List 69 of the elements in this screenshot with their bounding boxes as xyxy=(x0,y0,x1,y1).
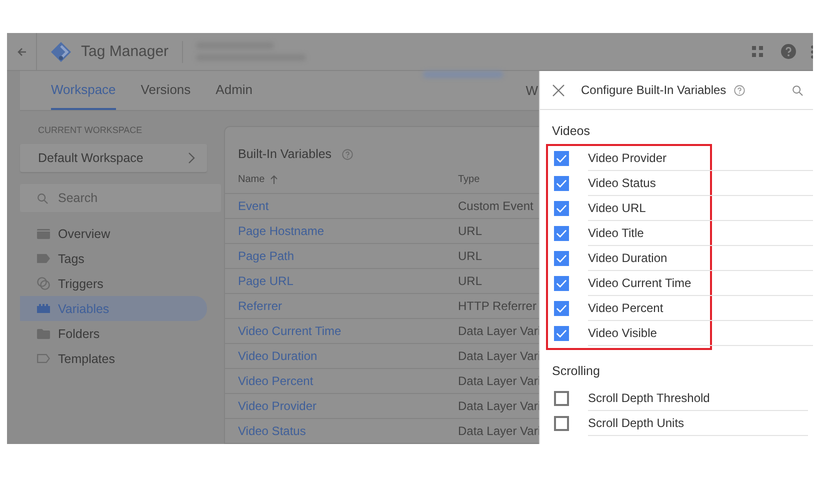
checkbox-label: Video Percent xyxy=(588,296,813,321)
variable-link[interactable]: Video Status xyxy=(225,424,458,438)
nav-tab[interactable]: Versions xyxy=(140,71,191,110)
variable-link[interactable]: Video Duration xyxy=(225,349,458,363)
search-field[interactable]: Search xyxy=(20,184,221,212)
checkbox-label: Video URL xyxy=(588,196,813,221)
card-title: Built-In Variables xyxy=(238,147,332,161)
app-title: Tag Manager xyxy=(81,43,169,60)
search-icon[interactable] xyxy=(792,84,803,96)
help-icon[interactable] xyxy=(781,44,796,59)
checkbox[interactable] xyxy=(554,201,569,216)
panel-title: Configure Built-In Variables xyxy=(581,83,726,97)
sidebar-item[interactable]: Triggers xyxy=(20,271,207,296)
close-icon[interactable] xyxy=(552,84,565,96)
checkbox[interactable] xyxy=(554,391,569,406)
column-header[interactable]: Type xyxy=(458,174,480,184)
trigger-icon xyxy=(37,277,50,290)
sidebar-item[interactable]: Tags xyxy=(20,246,207,271)
checkbox-label: Video Provider xyxy=(588,146,813,171)
tag-outline-icon xyxy=(37,354,50,363)
table-cell: Custom Event xyxy=(458,199,534,213)
variable-link[interactable]: Referrer xyxy=(225,299,458,313)
apps-grid-icon[interactable] xyxy=(752,46,764,58)
checkbox[interactable] xyxy=(554,301,569,316)
checkbox-label: Scroll Depth Threshold xyxy=(588,386,808,411)
tag-icon xyxy=(37,254,50,263)
variable-link[interactable]: Video Current Time xyxy=(225,324,458,338)
variable-link[interactable]: Event xyxy=(225,199,458,213)
checkbox[interactable] xyxy=(554,176,569,191)
nav-tab[interactable]: W xyxy=(526,83,538,98)
variable-link[interactable]: Video Provider xyxy=(225,399,458,413)
variable-link[interactable]: Page Hostname xyxy=(225,224,458,238)
sidebar-item[interactable]: Templates xyxy=(20,346,207,371)
blocks-icon xyxy=(37,304,50,313)
checkbox[interactable] xyxy=(554,226,569,241)
checkbox-label: Scroll Depth Units xyxy=(588,411,808,436)
table-cell: HTTP Referrer xyxy=(458,299,536,313)
search-icon xyxy=(37,193,48,204)
nav-tab[interactable]: Workspace xyxy=(51,71,116,110)
checkbox[interactable] xyxy=(554,151,569,166)
workspace-selector[interactable]: Default Workspace xyxy=(20,144,207,172)
sidebar-item[interactable]: Variables xyxy=(20,296,207,321)
diamond-logo-icon xyxy=(50,40,72,62)
folder-icon xyxy=(37,328,50,338)
sidebar-item[interactable]: Overview xyxy=(20,221,207,246)
card-icon xyxy=(37,228,50,238)
variable-link[interactable]: Page URL xyxy=(225,274,458,288)
group-title: Scrolling xyxy=(552,364,601,378)
checkbox-label: Video Duration xyxy=(588,246,813,271)
table-cell: URL xyxy=(458,249,482,263)
checkbox[interactable] xyxy=(554,326,569,341)
help-icon[interactable] xyxy=(734,84,746,96)
variable-link[interactable]: Page Path xyxy=(225,249,458,263)
variable-link[interactable]: Video Percent xyxy=(225,374,458,388)
column-header[interactable]: Name xyxy=(225,174,458,184)
checkbox-label: Video Title xyxy=(588,221,813,246)
chevron-right-icon xyxy=(188,152,195,164)
checkbox-label: Video Current Time xyxy=(588,271,813,296)
checkbox[interactable] xyxy=(554,416,569,431)
nav-tab[interactable]: Admin xyxy=(216,71,253,110)
checkbox-label: Video Visible xyxy=(588,321,813,346)
checkbox[interactable] xyxy=(554,251,569,266)
sidebar-item[interactable]: Folders xyxy=(20,321,207,346)
table-cell: URL xyxy=(458,224,482,238)
checkbox[interactable] xyxy=(554,276,569,291)
table-cell: URL xyxy=(458,274,482,288)
group-title: Videos xyxy=(552,124,591,138)
checkbox-label: Video Status xyxy=(588,171,813,196)
back-arrow-icon[interactable] xyxy=(17,46,27,56)
